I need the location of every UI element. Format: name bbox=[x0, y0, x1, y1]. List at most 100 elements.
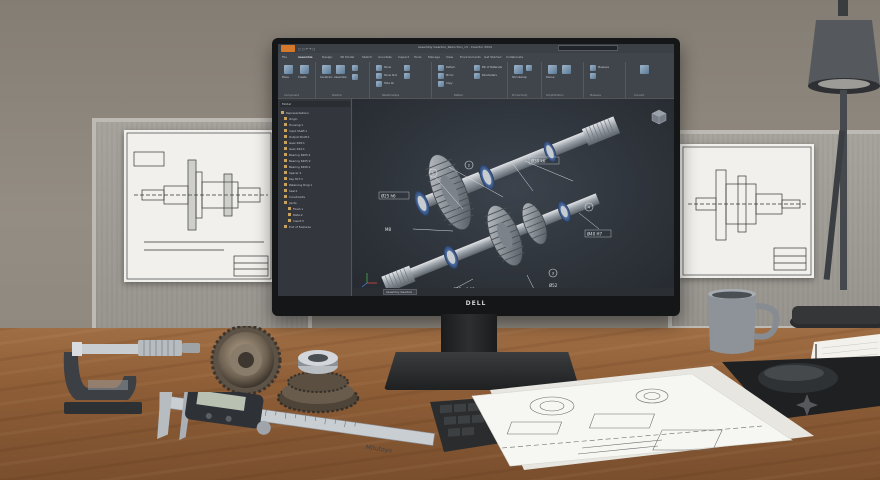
axis-triad-icon bbox=[361, 273, 377, 288]
spur-gear-icon bbox=[210, 326, 282, 396]
ribbon-item-label: Parameters bbox=[482, 74, 497, 77]
part-icon bbox=[284, 165, 287, 168]
dimension-label: Ø40 H7 bbox=[587, 232, 603, 237]
cad-window-title: Assembly Gearbox_Reduction_v3 - Inventor… bbox=[418, 45, 492, 49]
ribbon-group-title: Convert bbox=[634, 94, 645, 97]
computer-monitor: ▢ ▢ ↶ ↷ ▢ Assembly Gearbox_Reduction_v3 … bbox=[272, 38, 680, 316]
browser-tree-item[interactable]: Mate:2 bbox=[288, 212, 303, 217]
bom-icon[interactable] bbox=[474, 65, 480, 71]
ribbon-tab-7[interactable]: Tools bbox=[414, 55, 421, 60]
ribbon-item-label: Copy bbox=[446, 82, 453, 85]
browser-tree-item[interactable]: Output Shaft:1 bbox=[284, 134, 310, 139]
ribbon-group-title: Position bbox=[332, 94, 343, 97]
ribbon-group-title: Simplification bbox=[546, 94, 564, 97]
ribbon-tab-1[interactable]: Assemble bbox=[298, 55, 313, 60]
browser-tree-item[interactable]: Bearing 6206:1 bbox=[284, 164, 311, 169]
browser-tree-item[interactable]: Constraints bbox=[284, 194, 305, 199]
hide-all-icon[interactable] bbox=[376, 81, 382, 87]
simplify-icon[interactable] bbox=[526, 65, 532, 71]
digital-caliper-icon: Mitutoyo bbox=[157, 392, 435, 455]
ribbon-tab-2[interactable]: Design bbox=[322, 55, 332, 60]
show-sick-icon[interactable] bbox=[376, 73, 382, 79]
joint-icon[interactable] bbox=[352, 65, 358, 71]
derive-icon[interactable] bbox=[548, 65, 557, 74]
browser-tree-item[interactable]: Origin bbox=[284, 116, 297, 121]
ribbon-tab-9[interactable]: View bbox=[446, 55, 453, 60]
ball-bearing-icon bbox=[298, 350, 338, 374]
browser-tree-item[interactable]: Gear Z28:1 bbox=[284, 140, 305, 145]
browser-tree-item[interactable]: Spacer:1 bbox=[284, 170, 301, 175]
folder-icon bbox=[281, 111, 284, 114]
shrinkwrap-icon[interactable] bbox=[514, 65, 523, 74]
browser-tree-item[interactable]: Gear Z42:1 bbox=[284, 146, 305, 151]
3d-viewport[interactable]: 1 2 3 4 Ø25 h6 Ø30 k6 Ø40 H7 M8 Ø35 ±0.0… bbox=[353, 99, 674, 296]
pattern-icon[interactable] bbox=[438, 65, 444, 71]
mirror-icon[interactable] bbox=[438, 73, 444, 79]
ribbon-group-productivity: Shrinkwrap Productivity bbox=[510, 62, 542, 98]
constrain-icon[interactable] bbox=[322, 65, 331, 74]
ribbon-item-label: Shrinkwrap bbox=[512, 76, 527, 79]
app-menu-button[interactable] bbox=[281, 45, 295, 52]
ribbon-tab-11[interactable]: Get Started bbox=[484, 55, 501, 60]
ribbon-tab-5[interactable]: Annotate bbox=[378, 55, 392, 60]
browser-tree-item[interactable]: Retaining Ring:1 bbox=[284, 182, 312, 187]
browser-header[interactable]: Model bbox=[280, 101, 350, 107]
browser-tree-item[interactable]: Joints bbox=[284, 200, 297, 205]
browser-tree-item[interactable]: Bearing 6205:2 bbox=[284, 158, 311, 163]
browser-tree-item[interactable]: Housing:1 bbox=[284, 122, 303, 127]
ribbon-group-relationships: Show Show Sick Hide All Relationships bbox=[372, 62, 432, 98]
ribbon-tab-12[interactable]: Collaborate bbox=[506, 55, 523, 60]
ribbon-item-label: Constrain bbox=[320, 76, 333, 79]
callout-number: 1 bbox=[432, 171, 434, 175]
ribbon-item-label: Show bbox=[384, 66, 391, 69]
gearbox-assembly-model[interactable]: 1 2 3 4 Ø25 h6 Ø30 k6 Ø40 H7 M8 Ø35 ±0.0… bbox=[353, 99, 674, 296]
ribbon-group-component: Place Create Component bbox=[280, 62, 316, 98]
browser-tree-item[interactable]: Insert:3 bbox=[288, 218, 304, 223]
browser-tree-item[interactable]: End of Features bbox=[284, 224, 311, 229]
part-icon bbox=[284, 171, 287, 174]
part-icon bbox=[284, 141, 287, 144]
ribbon-item-label: Mirror bbox=[446, 74, 454, 77]
dropdown-icon[interactable] bbox=[590, 73, 596, 79]
part-icon bbox=[284, 123, 287, 126]
ribbon-tab-8[interactable]: Manage bbox=[428, 55, 440, 60]
browser-tree-item[interactable]: Representations bbox=[281, 110, 309, 115]
create-icon[interactable] bbox=[300, 65, 309, 74]
convert-icon[interactable] bbox=[640, 65, 649, 74]
part-icon bbox=[284, 189, 287, 192]
browser-tree-item[interactable]: Key 8x7:1 bbox=[284, 176, 303, 181]
mirror-icon[interactable] bbox=[404, 73, 410, 79]
browser-tree-item[interactable]: Flush:1 bbox=[288, 206, 303, 211]
ribbon-tab-6[interactable]: Inspect bbox=[398, 55, 409, 60]
ribbon-tab-3[interactable]: 3D Model bbox=[340, 55, 354, 60]
browser-tree-item[interactable]: Bearing 6205:1 bbox=[284, 152, 311, 157]
caliper-brand-label: Mitutoyo bbox=[365, 444, 392, 455]
assemble-icon[interactable] bbox=[336, 65, 345, 74]
copy-icon[interactable] bbox=[438, 81, 444, 87]
pattern-icon[interactable] bbox=[404, 65, 410, 71]
part-icon bbox=[284, 153, 287, 156]
constraint-icon bbox=[288, 219, 291, 222]
move-icon[interactable] bbox=[352, 74, 358, 80]
ribbon-tab-0[interactable]: File bbox=[282, 55, 287, 60]
viewcube-icon[interactable] bbox=[651, 109, 667, 125]
document-tab[interactable]: Assembly Gearbox bbox=[383, 289, 417, 295]
measure-icon[interactable] bbox=[590, 65, 596, 71]
place-icon[interactable] bbox=[284, 65, 293, 74]
ribbon-item-label: Measure bbox=[598, 66, 610, 69]
model-browser-panel: Model Representations Origin Housing:1 I… bbox=[278, 99, 352, 296]
help-search-input[interactable] bbox=[558, 45, 618, 51]
ribbon-item-label: Bill of Materials bbox=[482, 66, 502, 69]
part-icon bbox=[284, 147, 287, 150]
show-icon[interactable] bbox=[376, 65, 382, 71]
ribbon-tab-4[interactable]: Sketch bbox=[362, 55, 372, 60]
browser-tree-item[interactable]: Input Shaft:1 bbox=[284, 128, 307, 133]
quick-access-toolbar[interactable]: ▢ ▢ ↶ ↷ ▢ bbox=[298, 47, 315, 51]
browser-tree-item[interactable]: Seal:1 bbox=[284, 188, 298, 193]
shaft-drawing-icon bbox=[126, 132, 272, 280]
dell-logo: DELL bbox=[465, 300, 487, 307]
end-marker-icon bbox=[284, 225, 287, 228]
ribbon-tab-10[interactable]: Environments bbox=[460, 55, 481, 60]
substitute-icon[interactable] bbox=[562, 65, 571, 74]
parameters-icon[interactable] bbox=[474, 73, 480, 79]
